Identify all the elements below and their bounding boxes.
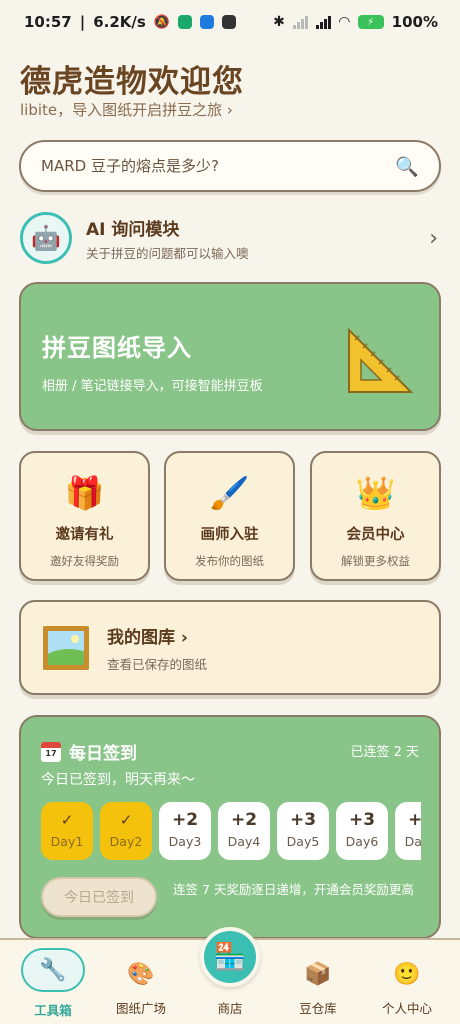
battery-percent: 100% [391, 13, 438, 31]
nav-bean-warehouse[interactable]: 📦 豆仓库 [272, 940, 364, 1024]
nav-label: 图纸广场 [115, 1001, 166, 1016]
nav-pattern-square[interactable]: 🎨 图纸广场 [95, 940, 187, 1024]
nav-profile[interactable]: 🙂 个人中心 [361, 940, 453, 1024]
day-label: Day6 [345, 834, 379, 849]
checkin-day-5: +3 Day5 [277, 802, 329, 860]
welcome-subtitle-link[interactable]: libite，导入图纸开启拼豆之旅 › [20, 99, 233, 120]
artist-join-card[interactable]: 🖌️ 画师入驻 发布你的图纸 [164, 451, 295, 581]
page-title: 德虎造物欢迎您 [20, 64, 244, 100]
palette-icon: 🎨 [127, 962, 155, 987]
checkin-day-4: +2 Day4 [218, 802, 270, 860]
search-input[interactable] [41, 157, 396, 175]
ai-module-title: AI 询问模块 [86, 219, 180, 240]
day-label: Day1 [50, 834, 84, 849]
wifi-icon: ◠ [338, 14, 350, 30]
invite-rewards-card[interactable]: 🎁 邀请有礼 邀好友得奖励 [19, 451, 150, 581]
feature-desc: 发布你的图纸 [195, 554, 264, 568]
box-icon: 📦 [304, 962, 332, 987]
membership-center-card[interactable]: 👑 会员中心 解锁更多权益 [310, 451, 441, 581]
checkin-day-3: +2 Day3 [159, 802, 211, 860]
day-label: Day2 [109, 834, 143, 849]
day-reward: +2 [230, 810, 258, 830]
app-notification-icon [178, 15, 193, 29]
chevron-right-icon: › [429, 225, 438, 251]
my-gallery-card[interactable]: 我的图库 › 查看已保存的图纸 [19, 600, 441, 695]
paintbrush-icon: 🖌️ [209, 474, 250, 512]
day-reward: +3 [289, 810, 317, 830]
checkin-title: 每日签到 [69, 744, 137, 764]
nav-toolbox[interactable]: 🔧 工具箱 [7, 940, 99, 1024]
feature-title: 会员中心 [346, 527, 405, 543]
nav-label: 豆仓库 [299, 1001, 337, 1016]
checkin-day-6: +3 Day6 [336, 802, 388, 860]
day-label: Day7 [404, 834, 421, 849]
feature-desc: 邀好友得奖励 [50, 554, 119, 568]
nav-label: 商店 [217, 1001, 243, 1016]
signal-icon [292, 15, 308, 29]
bluetooth-icon: ✱ [273, 14, 285, 30]
day-reward: +3 [348, 810, 376, 830]
framed-picture-icon [43, 625, 89, 670]
crown-icon: 👑 [355, 474, 396, 512]
nav-label: 工具箱 [34, 1003, 72, 1018]
checkin-day-2: ✓ Day2 [100, 802, 152, 860]
checkin-streak: 已连签 2 天 [350, 745, 419, 760]
wrench-icon: 🔧 [21, 948, 85, 992]
pattern-import-card[interactable]: 拼豆图纸导入 相册 / 笔记链接导入，可接智能拼豆板 [19, 282, 441, 431]
status-bar: 10:57 | 6.2K/s 🔕 ✱ ◠ ⚡ 100% [0, 0, 460, 44]
day-label: Day3 [168, 834, 202, 849]
checkin-reward-info: 连签 7 天奖励逐日递增，开通会员奖励更高 [173, 882, 414, 897]
checkin-day-7: +5 Day7 [395, 802, 421, 860]
status-time: 10:57 [24, 13, 72, 31]
day-reward: +5 [407, 810, 421, 830]
feature-title: 邀请有礼 [55, 527, 114, 543]
checkin-status-note: 今日已签到，明天再来～ [41, 772, 195, 788]
checkin-day-1: ✓ Day1 [41, 802, 93, 860]
checkin-days-strip[interactable]: ✓ Day1 ✓ Day2 +2 Day3 +2 Day4 +3 Day5 +3… [41, 802, 421, 862]
store-icon[interactable]: 🏪 [200, 927, 260, 987]
day-reward: +2 [171, 810, 199, 830]
ai-module-desc: 关于拼豆的问题都可以输入噢 [86, 245, 249, 261]
gallery-desc: 查看已保存的图纸 [107, 656, 208, 672]
day-label: Day5 [286, 834, 320, 849]
gift-icon: 🎁 [64, 474, 105, 512]
app-notification-icon [222, 15, 237, 29]
gallery-title: 我的图库 › [107, 627, 188, 648]
daily-checkin-card: 17 每日签到 已连签 2 天 今日已签到，明天再来～ ✓ Day1 ✓ Day… [19, 715, 441, 939]
ai-query-module[interactable]: 🤖 AI 询问模块 关于拼豆的问题都可以输入噢 › [20, 210, 440, 266]
calendar-icon: 17 [41, 741, 61, 762]
check-icon: ✓ [60, 811, 74, 829]
search-bar[interactable]: 🔍 [19, 140, 441, 192]
feature-desc: 解锁更多权益 [341, 554, 410, 568]
mute-bell-icon: 🔕 [153, 14, 171, 30]
robot-icon: 🤖 [20, 212, 72, 264]
check-icon: ✓ [119, 811, 133, 829]
feature-title: 画师入驻 [200, 527, 259, 543]
nav-label: 个人中心 [381, 1001, 432, 1016]
smiley-icon: 🙂 [393, 962, 421, 987]
app-notification-icon [200, 15, 215, 29]
signal-icon [315, 15, 331, 29]
status-network-speed: 6.2K/s [93, 13, 146, 31]
status-divider: | [79, 13, 86, 31]
checked-in-button[interactable]: 今日已签到 [41, 877, 157, 917]
search-icon[interactable]: 🔍 [395, 155, 419, 178]
day-label: Day4 [227, 834, 261, 849]
battery-icon: ⚡ [357, 15, 384, 29]
triangle-ruler-icon [348, 327, 414, 393]
